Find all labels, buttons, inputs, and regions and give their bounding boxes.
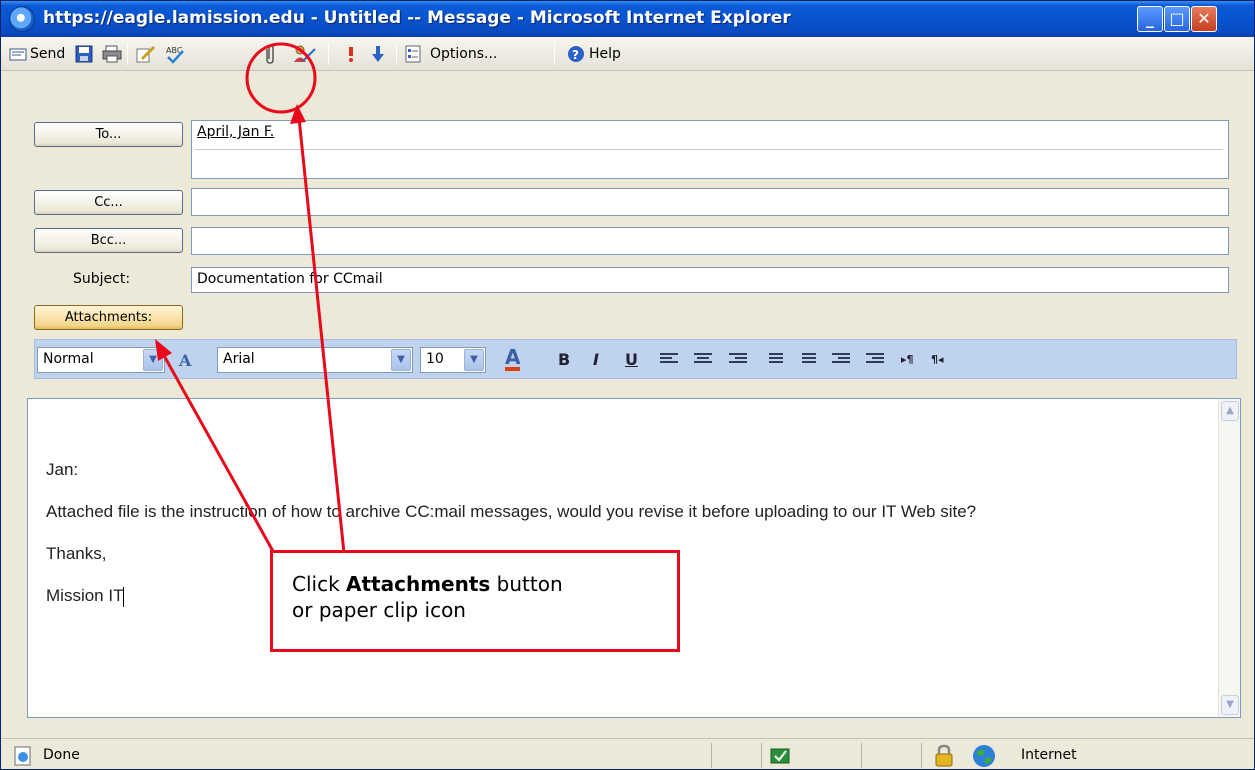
font-select-value: Arial — [223, 351, 255, 367]
callout-text-line2: or paper clip icon — [292, 598, 466, 622]
spellcheck-button[interactable]: ABC — [164, 42, 184, 66]
window-title: https://eagle.lamission.edu - Untitled -… — [43, 8, 791, 28]
cc-field[interactable] — [191, 188, 1229, 216]
globe-icon — [972, 744, 996, 768]
style-select-value: Normal — [43, 351, 94, 367]
align-left-icon[interactable] — [660, 353, 678, 367]
message-signature: Mission IT — [46, 586, 124, 605]
chevron-down-icon[interactable]: ▼ — [391, 349, 411, 371]
cc-button[interactable]: Cc... — [34, 190, 183, 215]
style-select[interactable]: Normal ▼ — [37, 347, 165, 373]
ie-window: https://eagle.lamission.edu - Untitled -… — [0, 0, 1255, 770]
status-cell — [921, 743, 1251, 768]
editor-scrollbar[interactable]: ▲ ▼ — [1218, 399, 1240, 717]
message-paragraph: Attached file is the instruction of how … — [46, 502, 977, 521]
popup-blocker-icon[interactable] — [770, 746, 790, 764]
security-zone-text: Internet — [1021, 747, 1077, 763]
status-cell — [761, 743, 861, 768]
to-recipient[interactable]: April, Jan F. — [197, 124, 274, 140]
message-toolbar: Send ABC Options... ? Help — [1, 37, 1254, 71]
lock-icon[interactable] — [932, 744, 956, 768]
high-importance-button[interactable] — [346, 42, 364, 66]
bcc-field[interactable] — [191, 227, 1229, 255]
formatting-toolbar: Normal ▼ A Arial ▼ 10 ▼ A B I U ▸¶ ¶◂ — [34, 339, 1237, 379]
close-button[interactable]: ✕ — [1191, 6, 1217, 32]
decrease-indent-icon[interactable] — [832, 353, 850, 367]
bcc-button[interactable]: Bcc... — [34, 228, 183, 253]
save-icon — [75, 45, 93, 63]
spellcheck-icon: ABC — [164, 45, 184, 64]
scroll-up-icon[interactable]: ▲ — [1221, 401, 1239, 421]
ie-page-icon — [13, 746, 31, 766]
message-header-form: To... April, Jan F. Cc... Bcc... Subject… — [1, 72, 1254, 382]
toolbar-separator — [127, 43, 128, 65]
ie-logo-icon — [9, 6, 35, 32]
help-button[interactable]: ? Help — [567, 42, 621, 66]
help-label: Help — [589, 46, 621, 62]
status-bar: Done Internet — [1, 738, 1254, 769]
message-greeting: Jan: — [46, 460, 79, 479]
rtl-direction-icon[interactable]: ¶◂ — [931, 353, 944, 366]
address-book-icon — [293, 45, 316, 63]
italic-icon[interactable]: I — [593, 350, 599, 369]
edit-button[interactable] — [136, 42, 156, 66]
bold-icon[interactable]: B — [558, 350, 570, 369]
align-center-icon[interactable] — [694, 353, 712, 367]
font-select[interactable]: Arial ▼ — [217, 347, 413, 373]
subject-label: Subject: — [73, 271, 131, 287]
increase-indent-icon[interactable] — [866, 353, 884, 367]
size-select[interactable]: 10 ▼ — [420, 347, 486, 373]
toolbar-separator — [554, 43, 555, 65]
status-cell — [711, 743, 761, 768]
paperclip-icon — [263, 45, 281, 64]
low-importance-icon — [371, 45, 389, 63]
toolbar-separator — [396, 43, 397, 65]
callout-text-bold: Attachments — [346, 572, 491, 596]
address-book-button[interactable] — [293, 42, 316, 66]
edit-icon — [136, 45, 156, 63]
text-cursor — [123, 586, 125, 607]
to-field-divider — [195, 149, 1223, 150]
to-field[interactable]: April, Jan F. — [191, 120, 1229, 179]
save-button[interactable] — [75, 42, 93, 66]
font-style-icon[interactable]: A — [179, 351, 191, 370]
align-right-icon[interactable] — [729, 353, 747, 367]
svg-text:?: ? — [572, 48, 579, 62]
scroll-down-icon[interactable]: ▼ — [1221, 695, 1239, 715]
print-button[interactable] — [102, 42, 122, 66]
ltr-direction-icon[interactable]: ▸¶ — [901, 353, 914, 366]
maximize-button[interactable]: □ — [1164, 6, 1190, 32]
send-button[interactable]: Send — [9, 42, 65, 66]
high-importance-icon — [346, 45, 364, 63]
to-button[interactable]: To... — [34, 122, 183, 147]
help-icon: ? — [567, 45, 585, 63]
attach-file-button[interactable] — [263, 42, 281, 66]
annotation-callout: Click Attachments button or paper clip i… — [270, 550, 680, 652]
options-label: Options... — [430, 46, 498, 62]
chevron-down-icon[interactable]: ▼ — [464, 349, 484, 371]
send-icon — [9, 45, 27, 63]
minimize-button[interactable]: _ — [1137, 6, 1163, 32]
chevron-down-icon[interactable]: ▼ — [143, 349, 163, 371]
subject-field[interactable]: Documentation for CCmail — [191, 267, 1229, 293]
status-cell — [861, 743, 921, 768]
numbered-list-icon[interactable] — [798, 353, 816, 367]
toolbar-separator — [328, 43, 329, 65]
size-select-value: 10 — [426, 351, 444, 367]
options-icon — [404, 45, 422, 63]
callout-text-prefix: Click — [292, 572, 347, 596]
low-importance-button[interactable] — [371, 42, 389, 66]
title-bar[interactable]: https://eagle.lamission.edu - Untitled -… — [1, 1, 1254, 37]
font-color-icon[interactable]: A — [505, 347, 521, 371]
status-text: Done — [43, 747, 80, 763]
print-icon — [102, 45, 122, 63]
send-label: Send — [30, 46, 66, 62]
bullet-list-icon[interactable] — [765, 353, 783, 367]
options-button[interactable]: Options... — [404, 42, 497, 66]
callout-text-suffix: button — [490, 572, 563, 596]
underline-icon[interactable]: U — [625, 350, 638, 369]
attachments-button[interactable]: Attachments: — [34, 305, 183, 330]
